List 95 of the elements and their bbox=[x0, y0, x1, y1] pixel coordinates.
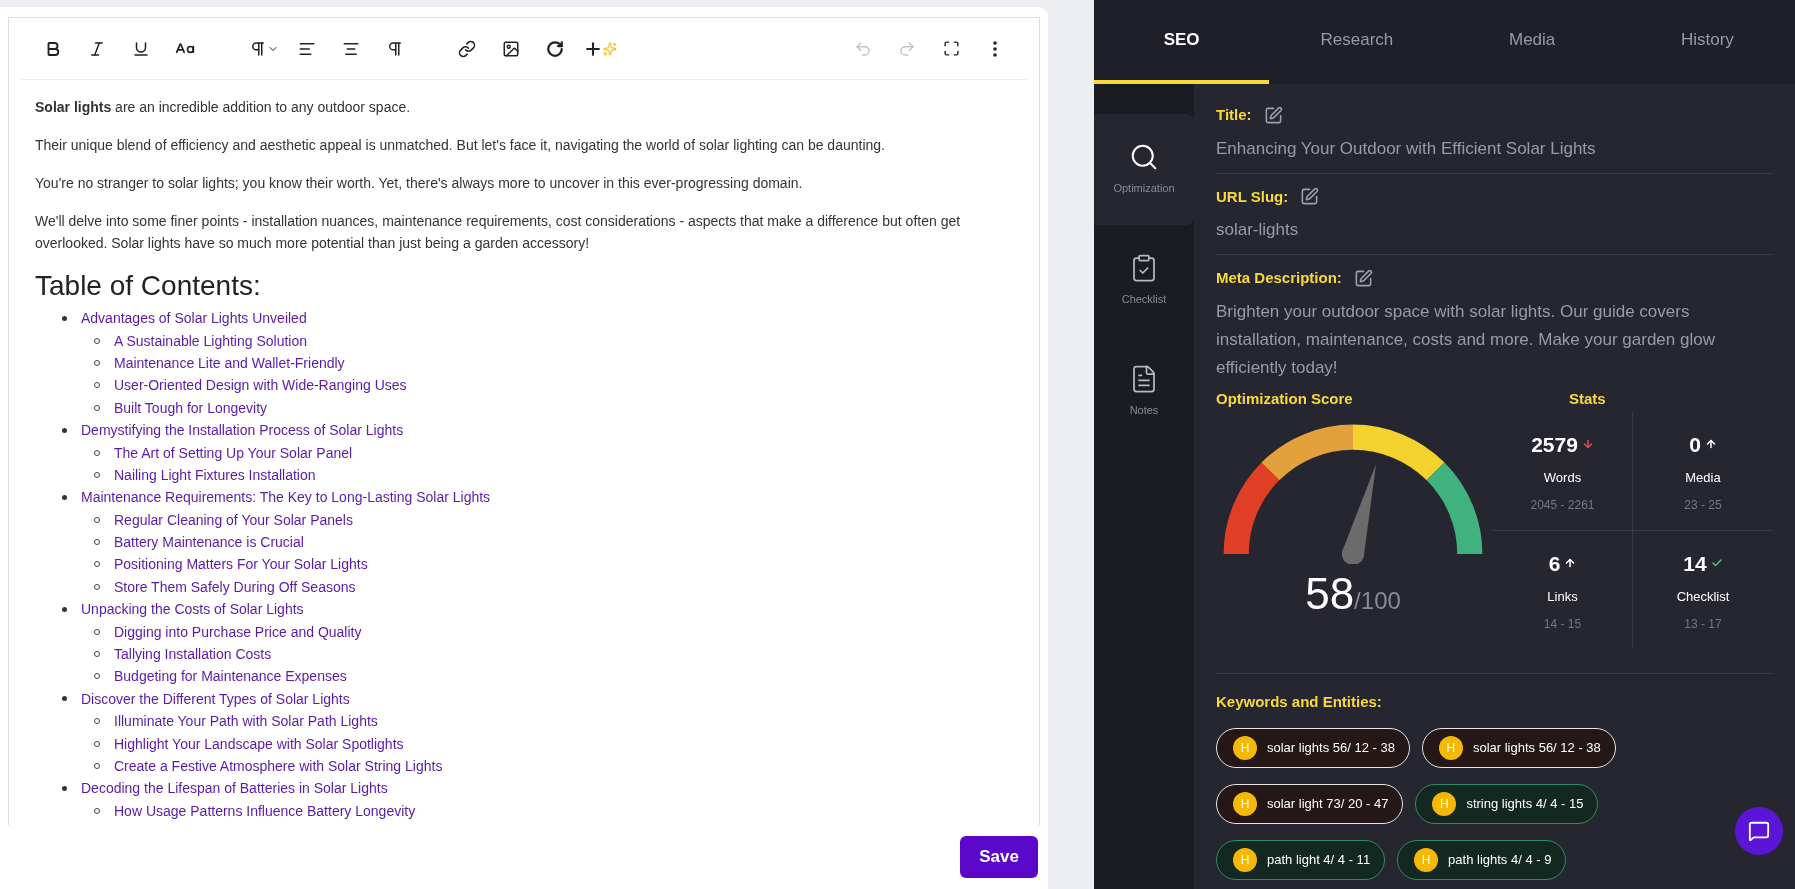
toc-link[interactable]: Store Them Safely During Off Seasons bbox=[114, 575, 356, 598]
pilcrow-icon bbox=[386, 39, 404, 58]
field-value: Brighten your outdoor space with solar lights. Our guide covers installation, maintenance, costs and more. Make your garden glow efficiently today! bbox=[1216, 300, 1716, 379]
toc-link[interactable]: Unpacking the Costs of Solar Lights bbox=[81, 598, 304, 621]
section-heading: Keywords and Entities: bbox=[1216, 693, 1382, 710]
score-value: 58 bbox=[1305, 572, 1355, 616]
toc-link[interactable]: Create a Festive Atmosphere with Solar String Lights bbox=[114, 755, 443, 777]
score-max: /100 bbox=[1354, 587, 1401, 616]
section-heading: Stats bbox=[1569, 388, 1606, 409]
toc-link[interactable]: Highlight Your Landscape with Solar Spotlights bbox=[114, 732, 404, 755]
edit-icon[interactable] bbox=[1300, 187, 1320, 207]
heading: Table of Contents: bbox=[35, 269, 262, 303]
arrow-down-icon bbox=[1581, 438, 1594, 451]
stat-label: Links bbox=[1547, 588, 1578, 606]
undo-icon bbox=[854, 39, 872, 58]
toc-link[interactable]: Maintenance Lite and Wallet-Friendly bbox=[114, 351, 345, 374]
toc-link[interactable]: Maintenance Requirements: The Key to Long-Lasting Solar Lights bbox=[81, 486, 491, 509]
bullet-icon bbox=[62, 315, 67, 321]
field-value: solar-lights bbox=[1216, 219, 1300, 241]
paragraph: We'll delve into some finer points - installation nuances, maintenance requirements, cost considerations - aspects that make a difference but often get overlooked. Solar lights have so much more potential than just being a garden accessory! bbox=[35, 212, 962, 253]
toc-link[interactable]: Illuminate Your Path with Solar Path Lights bbox=[114, 710, 378, 733]
stat-value: 0 bbox=[1689, 431, 1701, 458]
panel-tab[interactable]: History bbox=[1619, 0, 1795, 84]
stat-range: 23 - 25 bbox=[1684, 496, 1722, 514]
toc-link[interactable]: A Sustainable Lighting Solution bbox=[114, 329, 308, 352]
save-button[interactable]: Save bbox=[960, 836, 1038, 878]
stat-value: 6 bbox=[1548, 550, 1561, 577]
stat-value: 14 bbox=[1683, 550, 1707, 577]
heading-badge: H bbox=[1414, 848, 1439, 872]
edit-icon[interactable] bbox=[1263, 105, 1283, 125]
keyword-label: solar lights 56/ 12 - 38 bbox=[1267, 739, 1395, 758]
toc-link[interactable]: Advantages of Solar Lights Unveiled bbox=[81, 307, 307, 330]
keyword-label: string lights 4/ 4 - 15 bbox=[1466, 795, 1584, 814]
field-label: Title: bbox=[1216, 105, 1252, 125]
stat-range: 14 - 15 bbox=[1543, 615, 1582, 633]
stat-label: Words bbox=[1543, 469, 1582, 487]
heading-badge: H bbox=[1438, 736, 1463, 760]
bullet-icon bbox=[62, 606, 67, 612]
image-icon bbox=[502, 39, 520, 58]
section-heading: Optimization Score bbox=[1216, 388, 1354, 409]
stat-range: 13 - 17 bbox=[1684, 615, 1722, 633]
sidebar-item[interactable]: Checklist bbox=[1094, 225, 1194, 336]
bullet-icon bbox=[62, 427, 67, 433]
toc-link[interactable]: Demystifying the Installation Process of Solar Lights bbox=[81, 419, 404, 442]
toc-link[interactable]: Digging into Purchase Price and Quality bbox=[114, 620, 362, 643]
toc-link[interactable]: How Usage Patterns Influence Battery Longevity bbox=[114, 799, 416, 822]
underline-icon bbox=[132, 39, 150, 58]
toc-link[interactable]: User-Oriented Design with Wide-Ranging Uses bbox=[114, 374, 407, 397]
pilcrow-icon bbox=[249, 39, 267, 58]
heading-badge: H bbox=[1233, 736, 1257, 760]
more-icon bbox=[993, 40, 997, 57]
stat-label: Media bbox=[1685, 469, 1721, 487]
panel-tab[interactable]: Media bbox=[1444, 0, 1620, 84]
toc-link[interactable]: Decoding the Lifespan of Batteries in Solar Lights bbox=[81, 777, 388, 800]
toc-link[interactable]: Discover the Different Types of Solar Lights bbox=[81, 687, 350, 710]
edit-icon[interactable] bbox=[1353, 268, 1373, 288]
toc-link[interactable]: Tallying Installation Costs bbox=[114, 643, 272, 666]
arrow-up-icon bbox=[1704, 438, 1717, 451]
field-value: Enhancing Your Outdoor with Efficient Solar Lights bbox=[1216, 137, 1597, 160]
toc-link[interactable]: Battery Maintenance is Crucial bbox=[114, 531, 304, 554]
redo-icon bbox=[898, 39, 916, 58]
link-icon bbox=[458, 39, 476, 58]
toc-link[interactable]: Budgeting for Maintenance Expenses bbox=[114, 665, 347, 688]
heading-badge: H bbox=[1233, 848, 1257, 872]
toc-link[interactable]: Built Tough for Longevity bbox=[114, 396, 268, 419]
toc-link[interactable]: The Art of Setting Up Your Solar Panel bbox=[114, 441, 353, 464]
stat-range: 2045 - 2261 bbox=[1530, 496, 1595, 514]
bullet-icon bbox=[62, 696, 67, 702]
italic-icon bbox=[88, 39, 106, 58]
paragraph: Solar lights are an incredible addition to any outdoor space. bbox=[35, 98, 412, 117]
panel-tab[interactable]: Research bbox=[1269, 0, 1445, 84]
field-label: Meta Description: bbox=[1216, 268, 1342, 288]
sparkle-icon bbox=[603, 41, 617, 56]
keyword-label: path lights 4/ 4 - 9 bbox=[1448, 851, 1552, 870]
fullscreen-icon bbox=[942, 40, 960, 57]
heading-badge: H bbox=[1432, 792, 1457, 816]
field-label: URL Slug: bbox=[1216, 186, 1289, 207]
bullet-icon bbox=[62, 494, 67, 500]
chat-icon bbox=[1748, 820, 1770, 842]
bullet-icon bbox=[62, 785, 67, 791]
sidebar-item[interactable]: Notes bbox=[1094, 336, 1194, 447]
toc-link[interactable]: Positioning Matters For Your Solar Lights bbox=[114, 553, 368, 576]
keyword-label: path light 4/ 4 - 11 bbox=[1267, 851, 1371, 870]
sidebar-item[interactable]: Optimization bbox=[1094, 114, 1194, 225]
arrow-up-icon bbox=[1564, 557, 1577, 570]
stat-value: 2579 bbox=[1531, 431, 1578, 458]
circular-arrow-icon bbox=[546, 39, 564, 58]
stat-label: Checklist bbox=[1676, 588, 1730, 606]
toc-link[interactable]: Nailing Light Fixtures Installation bbox=[114, 463, 316, 486]
keyword-label: solar lights 56/ 12 - 38 bbox=[1472, 739, 1601, 758]
paragraph: You're no stranger to solar lights; you know their worth. Yet, there's always more to uncover in this ever-progressing domain. bbox=[35, 174, 804, 193]
heading-badge: H bbox=[1233, 792, 1257, 816]
keyword-label: solar light 73/ 20 - 47 bbox=[1267, 795, 1389, 814]
toc-link[interactable]: Regular Cleaning of Your Solar Panels bbox=[114, 508, 353, 531]
paragraph: Their unique blend of efficiency and aesthetic appeal is unmatched. But let's face it, navigating the world of solar lighting can be daunting. bbox=[35, 136, 886, 155]
